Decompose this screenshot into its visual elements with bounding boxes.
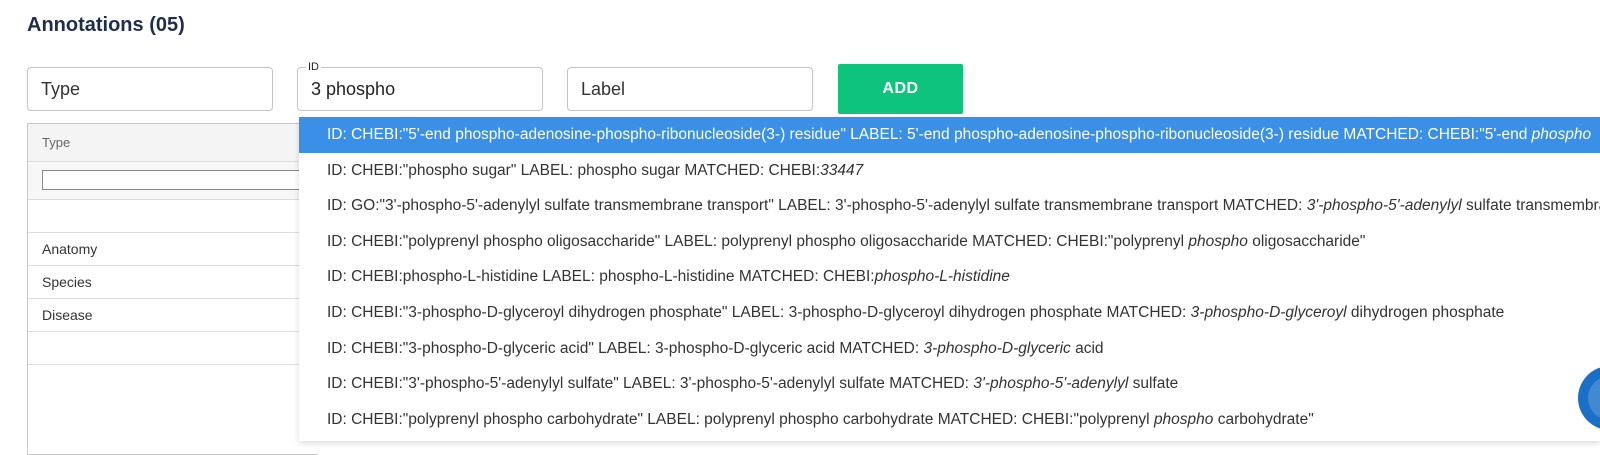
label-input[interactable] bbox=[581, 79, 791, 100]
autocomplete-option[interactable]: ID: CHEBI:"3'-phospho-5'-adenylyl sulfat… bbox=[299, 366, 1600, 402]
autocomplete-option-text: 3'-phospho-5'-adenylyl bbox=[1306, 197, 1462, 215]
autocomplete-option[interactable]: ID: GO:"3'-phospho-5'-adenylyl sulfate t… bbox=[299, 188, 1600, 224]
autocomplete-option-text: 3-phospho-D-glyceric bbox=[923, 339, 1071, 357]
autocomplete-option-text: phospho bbox=[1153, 410, 1214, 428]
table-filter-row bbox=[28, 162, 322, 200]
page-title: Annotations (05) bbox=[27, 14, 185, 36]
autocomplete-option-text: phospho bbox=[1531, 126, 1592, 143]
annotations-table: Type Anatomy Species Disease bbox=[27, 123, 322, 455]
autocomplete-option[interactable]: ID: CHEBI:phospho-L-histidine LABEL: pho… bbox=[299, 259, 1600, 295]
autocomplete-option-text: carbohydrate" bbox=[1213, 410, 1314, 428]
autocomplete-option[interactable]: ID: CHEBI:"5'-end phospho-adenosine-phos… bbox=[299, 117, 1600, 153]
autocomplete-option[interactable]: ID: CHEBI:"polyprenyl phospho oligosacch… bbox=[299, 224, 1600, 260]
autocomplete-option-text: phospho-L-histidine bbox=[874, 268, 1010, 286]
table-row[interactable] bbox=[28, 332, 318, 365]
autocomplete-option[interactable]: ID: CHEBI:"phospho sugar" LABEL: phospho… bbox=[299, 153, 1600, 189]
autocomplete-option-text: ID: CHEBI:"polyprenyl phospho carbohydra… bbox=[327, 410, 1154, 428]
autocomplete-option-text: ID: CHEBI:"3-phospho-D-glyceric acid" LA… bbox=[327, 339, 924, 357]
autocomplete-dropdown: ID: CHEBI:"5'-end phospho-adenosine-phos… bbox=[299, 117, 1600, 441]
autocomplete-option-text: ID: CHEBI:"3'-phospho-5'-adenylyl sulfat… bbox=[327, 375, 974, 393]
id-field-label: ID bbox=[306, 61, 321, 73]
table-row[interactable]: Species bbox=[28, 266, 318, 299]
table-row[interactable]: Anatomy bbox=[28, 233, 318, 266]
autocomplete-option-text: ID: CHEBI:phospho-L-histidine LABEL: pho… bbox=[327, 268, 875, 286]
autocomplete-option-text: 33447 bbox=[820, 161, 864, 179]
id-input[interactable] bbox=[311, 79, 521, 100]
id-field[interactable]: ID bbox=[297, 61, 543, 111]
autocomplete-option-text: ID: CHEBI:"polyprenyl phospho oligosacch… bbox=[327, 232, 1189, 250]
autocomplete-option-text: ID: GO:"3'-phospho-5'-adenylyl sulfate t… bbox=[327, 197, 1307, 215]
autocomplete-option-text: acid bbox=[1070, 339, 1104, 357]
type-filter-input[interactable] bbox=[42, 170, 322, 190]
type-input[interactable] bbox=[41, 79, 251, 100]
add-button[interactable]: ADD bbox=[838, 64, 963, 114]
autocomplete-option[interactable]: ID: CHEBI:"3-phospho-D-glyceroyl dihydro… bbox=[299, 295, 1600, 331]
table-row[interactable]: Disease bbox=[28, 299, 318, 332]
label-field[interactable] bbox=[567, 67, 813, 111]
autocomplete-option-text: 3-phospho-D-glyceroyl bbox=[1190, 303, 1347, 321]
table-header-type[interactable]: Type bbox=[28, 124, 318, 162]
chat-icon bbox=[1588, 376, 1600, 420]
autocomplete-option-text: ID: CHEBI:"3-phospho-D-glyceroyl dihydro… bbox=[327, 303, 1191, 321]
autocomplete-option-text: 3'-phospho-5'-adenylyl bbox=[973, 375, 1129, 393]
autocomplete-option-text: oligosaccharide" bbox=[1247, 232, 1366, 250]
autocomplete-option[interactable]: ID: CHEBI:"polyprenyl phospho carbohydra… bbox=[299, 402, 1600, 438]
autocomplete-option-text: sulfate bbox=[1128, 375, 1179, 393]
autocomplete-option-text: dihydrogen phosphate bbox=[1346, 303, 1505, 321]
autocomplete-option-text: phospho bbox=[1188, 232, 1248, 250]
autocomplete-option-text: sulfate transmembrane transport bbox=[1465, 197, 1600, 215]
autocomplete-option-text: ID: CHEBI:"5'-end phospho-adenosine-phos… bbox=[327, 126, 1532, 143]
autocomplete-option[interactable]: ID: CHEBI:"3-phospho-D-glyceric acid" LA… bbox=[299, 331, 1600, 367]
table-row[interactable] bbox=[28, 200, 318, 233]
type-field[interactable] bbox=[27, 67, 273, 111]
autocomplete-option-text: ID: CHEBI:"phospho sugar" LABEL: phospho… bbox=[327, 161, 821, 179]
